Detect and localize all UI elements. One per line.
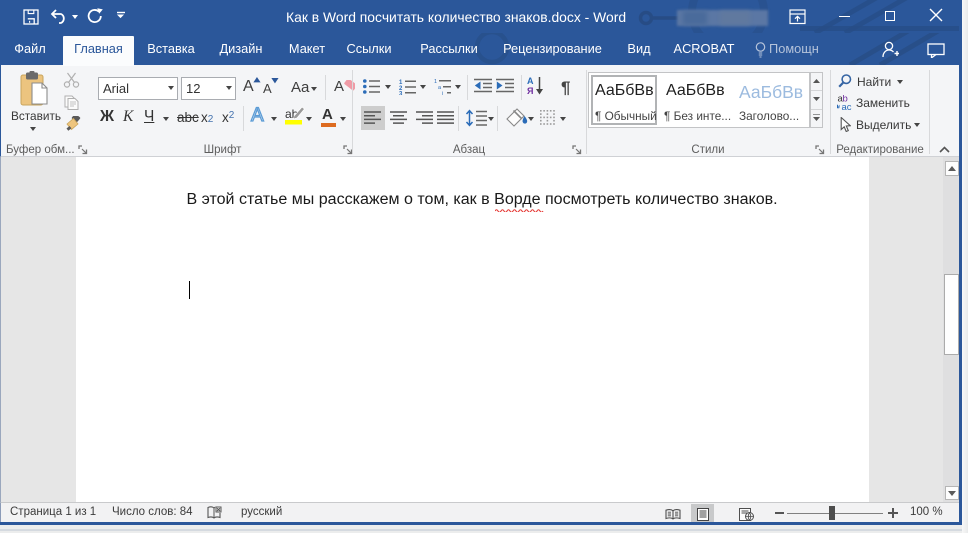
svg-text:3: 3 — [399, 92, 403, 96]
svg-text:i: i — [442, 91, 443, 95]
svg-text:ac: ac — [842, 102, 852, 110]
svg-text:Я: Я — [527, 86, 533, 96]
svg-text:А: А — [527, 76, 534, 86]
svg-text:1: 1 — [434, 79, 437, 85]
